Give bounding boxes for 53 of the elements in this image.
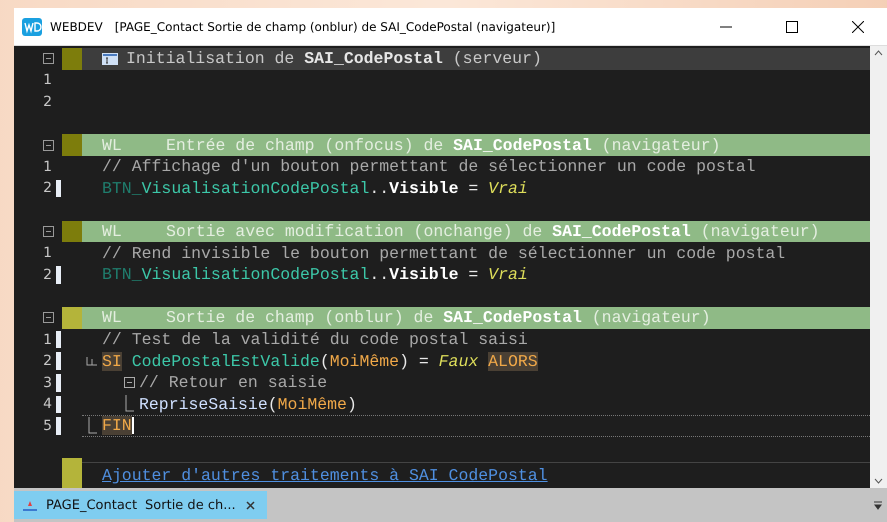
minimize-icon	[720, 26, 732, 28]
collapse-icon[interactable]	[43, 53, 54, 64]
line-number: 2	[42, 94, 53, 110]
fold-bracket-icon	[86, 355, 98, 368]
document-tab[interactable]: PAGE_Contact Sortie de ch...	[14, 491, 267, 519]
tab-close-button[interactable]	[244, 500, 257, 510]
code-line: // Retour en saisie	[139, 373, 328, 392]
tab-list-icon[interactable]	[873, 500, 883, 510]
line-number: 2	[42, 353, 53, 370]
section-title: Entrée de champ (onfocus) de SAI_CodePostal (navigateur)	[166, 136, 721, 155]
fold-end-icon	[124, 395, 134, 414]
scroll-up-icon[interactable]	[874, 50, 883, 56]
language-tag: WL	[102, 136, 158, 155]
line-number: 2	[42, 180, 53, 196]
collapse-icon[interactable]	[124, 377, 134, 388]
language-tag: WL	[102, 308, 158, 328]
code-line: // Affichage d'un bouton permettant de sélectionner un code postal	[102, 157, 756, 176]
code-line: BTN_VisualisationCodePostal..Visible = Vrai	[102, 265, 528, 284]
line-number: 1	[42, 332, 53, 348]
code-line: SI CodePostalEstValide(MoiMême) = Faux ALORS	[102, 352, 538, 371]
line-number: 3	[42, 374, 53, 391]
line-number: 1	[42, 158, 53, 175]
line-number: 2	[42, 266, 53, 283]
fold-end-icon	[87, 416, 97, 435]
line-number: 1	[42, 72, 53, 88]
app-logo	[22, 18, 42, 36]
window-icon	[102, 52, 118, 65]
section-title: Sortie avec modification (onchange) de SAI_CodePostal (navigateur)	[166, 222, 820, 242]
code-line: RepriseSaisie(MoiMême)	[139, 394, 357, 414]
maximize-icon	[786, 20, 798, 32]
collapse-icon[interactable]	[43, 140, 54, 151]
code-line: BTN_VisualisationCodePostal..Visible = Vrai	[102, 178, 528, 198]
code-line: // Test de la validité du code postal saisi	[102, 330, 528, 350]
close-icon	[246, 500, 255, 510]
scroll-down-icon[interactable]	[874, 478, 883, 484]
line-number: 1	[42, 245, 53, 262]
app-name: WEBDEV	[50, 20, 103, 34]
tab-label: PAGE_Contact	[46, 498, 138, 512]
text-cursor	[132, 417, 134, 434]
page-icon	[22, 499, 38, 511]
code-line: // Rend invisible le bouton permettant de sélectionner un code postal	[102, 244, 786, 263]
window-title: [PAGE_Contact Sortie de champ (onblur) de SAI_CodePostal (navigateur)]	[114, 20, 556, 34]
collapse-icon[interactable]	[43, 226, 54, 238]
collapse-icon[interactable]	[43, 312, 54, 324]
line-number: 5	[42, 418, 53, 434]
language-tag: WL	[102, 222, 158, 242]
tab-detail: Sortie de ch...	[145, 498, 236, 512]
section-title: Sortie de champ (onblur) de SAI_CodePostal (navigateur)	[166, 308, 711, 328]
section-title: Initialisation de SAI_CodePostal (serveur)	[126, 49, 542, 68]
line-number: 4	[42, 396, 53, 412]
add-handler-link[interactable]: Ajouter d'autres traitements à SAI_CodePostal	[102, 466, 548, 486]
section-bar	[62, 458, 82, 488]
close-icon	[852, 20, 864, 32]
